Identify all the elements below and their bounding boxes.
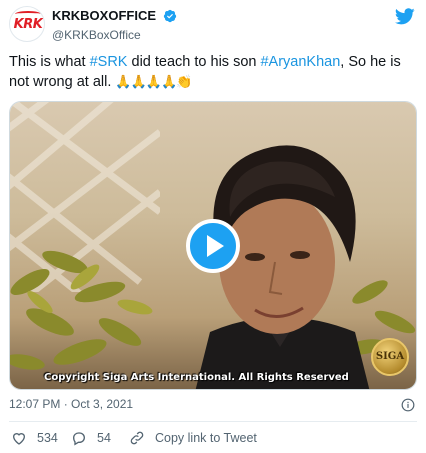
reply-count: 54: [97, 431, 111, 445]
handle[interactable]: @KRKBoxOffice: [52, 28, 177, 42]
divider: [9, 421, 417, 422]
like-count: 534: [37, 431, 58, 445]
timestamp-row: 12:07 PM · Oct 3, 2021: [9, 397, 417, 415]
display-name[interactable]: KRKBOXOFFICE: [52, 8, 156, 23]
link-icon: [130, 431, 144, 445]
verified-badge-icon: [164, 9, 177, 22]
watermark-seal-logo: SIGA: [371, 338, 409, 376]
hashtag-link-aryankhan[interactable]: #AryanKhan: [260, 54, 340, 70]
tweet-text-part: did teach to his son: [127, 54, 261, 70]
author-names: KRKBOXOFFICE @KRKBoxOffice: [52, 7, 177, 42]
heart-icon: [12, 433, 26, 445]
reply-button[interactable]: 54: [71, 428, 111, 448]
timestamp-link[interactable]: 12:07 PM · Oct 3, 2021: [9, 397, 133, 411]
copy-link-label: Copy link to Tweet: [155, 431, 257, 445]
play-button[interactable]: [186, 219, 240, 273]
tweet-text-part: This is what: [9, 54, 90, 70]
like-button[interactable]: 534: [11, 428, 58, 448]
emoji-sequence: 🙏🙏🙏🙏👏: [115, 74, 192, 89]
video-frame-plant-left: [10, 250, 153, 370]
info-icon[interactable]: [401, 398, 415, 412]
copy-link-button[interactable]: Copy link to Tweet: [129, 428, 257, 448]
avatar-logo-text: KRK: [13, 17, 43, 32]
reply-icon: [72, 432, 86, 446]
avatar[interactable]: KRK: [9, 6, 45, 42]
hashtag-link-srk[interactable]: #SRK: [90, 54, 128, 70]
action-bar: 534 54 Copy link to Tweet: [9, 428, 417, 448]
twitter-bird-icon[interactable]: [395, 8, 415, 25]
video-player[interactable]: Copyright Siga Arts International. All R…: [9, 101, 417, 390]
video-watermark-text: Copyright Siga Arts International. All R…: [44, 372, 349, 383]
tweet-text: This is what #SRK did teach to his son #…: [9, 52, 419, 92]
play-icon: [207, 235, 224, 257]
seal-text: SIGA: [375, 351, 405, 362]
tweet-header: KRK KRKBOXOFFICE @KRKBoxOffice: [9, 6, 417, 42]
